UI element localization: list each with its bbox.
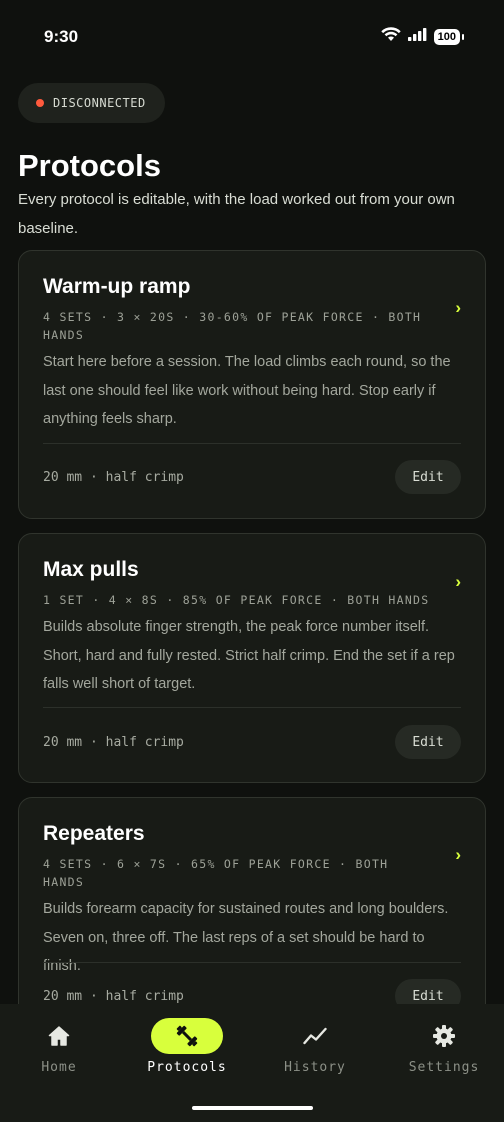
status-time: 9:30 (44, 27, 79, 46)
card-divider (43, 443, 461, 444)
chevron-right-icon[interactable]: › (455, 572, 461, 592)
dumbbell-icon (151, 1018, 223, 1054)
tab-label: Protocols (147, 1060, 227, 1075)
cellular-signal-icon (407, 28, 427, 46)
tab-settings[interactable]: Settings (389, 1018, 499, 1088)
protocol-list[interactable]: Warm-up ramp › 4 SETS · 3 × 20S · 30-60%… (0, 250, 504, 1004)
status-dot-icon (36, 99, 44, 107)
tab-protocols[interactable]: Protocols (132, 1018, 242, 1088)
tab-label: Settings (408, 1060, 480, 1075)
tab-history[interactable]: History (260, 1018, 370, 1088)
home-indicator (192, 1106, 313, 1110)
connection-status-label: DISCONNECTED (53, 96, 146, 110)
protocol-description: Builds absolute finger strength, the pea… (43, 619, 455, 692)
home-icon (23, 1018, 95, 1054)
protocol-title: Max pulls (43, 558, 139, 581)
protocol-meta: 4 SETS · 3 × 20S · 30-60% OF PEAK FORCE … (43, 310, 422, 342)
protocol-description: Start here before a session. The load cl… (43, 354, 451, 427)
battery-icon: 100 (433, 29, 465, 45)
card-divider (43, 707, 461, 708)
status-bar: 9:30 100 (0, 0, 504, 72)
protocol-card-warm-up-ramp[interactable]: Warm-up ramp › 4 SETS · 3 × 20S · 30-60%… (18, 250, 486, 519)
protocol-description: Builds forearm capacity for sustained ro… (43, 901, 449, 974)
protocol-grip: 20 mm · half crimp (43, 989, 184, 1004)
protocol-title: Warm-up ramp (43, 275, 191, 298)
protocol-grip: 20 mm · half crimp (43, 470, 184, 485)
wifi-icon (380, 27, 401, 47)
gear-icon (408, 1018, 480, 1054)
page-title: Protocols (18, 148, 161, 183)
edit-button[interactable]: Edit (395, 725, 461, 759)
protocol-meta: 4 SETS · 6 × 7S · 65% OF PEAK FORCE · BO… (43, 857, 389, 889)
system-icons: 100 (380, 27, 465, 47)
chevron-right-icon[interactable]: › (455, 298, 461, 318)
tab-home[interactable]: Home (4, 1018, 114, 1088)
connection-status-pill[interactable]: DISCONNECTED (18, 83, 165, 123)
tab-label: Home (41, 1060, 77, 1075)
trend-icon (279, 1018, 351, 1054)
chevron-right-icon[interactable]: › (455, 845, 461, 865)
edit-button[interactable]: Edit (395, 460, 461, 494)
protocol-title: Repeaters (43, 822, 145, 845)
protocol-meta: 1 SET · 4 × 8S · 85% OF PEAK FORCE · BOT… (43, 593, 430, 607)
protocol-card-max-pulls[interactable]: Max pulls › 1 SET · 4 × 8S · 85% OF PEAK… (18, 533, 486, 783)
tab-label: History (284, 1060, 346, 1075)
edit-button[interactable]: Edit (395, 979, 461, 1004)
protocol-grip: 20 mm · half crimp (43, 735, 184, 750)
protocol-card-repeaters[interactable]: Repeaters › 4 SETS · 6 × 7S · 65% OF PEA… (18, 797, 486, 1004)
page-subtitle: Every protocol is editable, with the loa… (18, 191, 455, 237)
bottom-tab-bar: Home Protocols History Settings (0, 1004, 504, 1122)
card-divider (43, 962, 461, 963)
